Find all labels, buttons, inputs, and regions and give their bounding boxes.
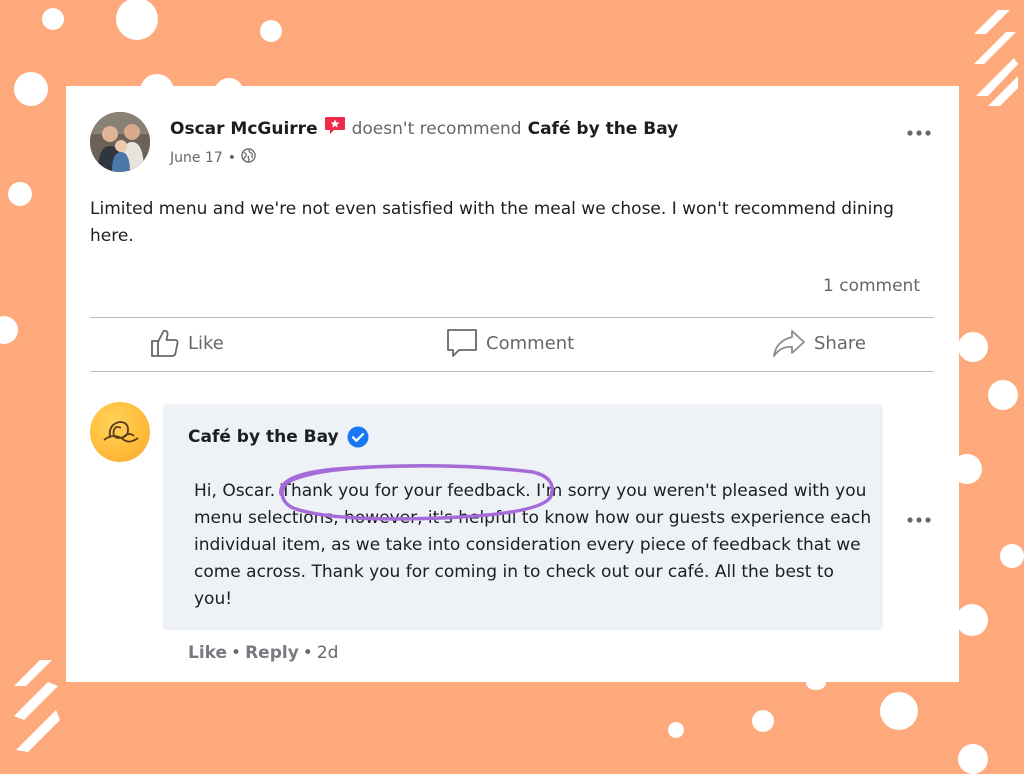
action-separator: • [302,643,313,663]
business-avatar[interactable] [90,402,150,462]
cafe-logo-icon [103,421,139,443]
stripes-decoration-top-right [974,10,1018,106]
more-dots-icon [907,130,931,136]
action-separator: • [231,643,242,663]
share-arrow-icon [773,330,805,357]
user-avatar[interactable] [90,112,150,172]
author-name[interactable]: Oscar McGuirre [170,119,318,139]
decor-dot [958,744,988,774]
decor-dot [8,182,32,206]
decor-dot [956,604,988,636]
comment-label: Comment [486,332,575,354]
decor-dot [988,380,1018,410]
decor-dot [42,8,64,30]
comment-reply-link[interactable]: Reply [245,643,299,663]
business-name-link[interactable]: Café by the Bay [528,119,679,139]
decor-dot [668,722,684,738]
decor-dot [752,710,774,732]
comment-age[interactable]: 2d [317,643,339,663]
decor-dot [0,316,18,344]
decor-dot [260,20,282,42]
verified-badge-icon [347,426,369,448]
post-meta: June 17 • [170,148,256,167]
like-label: Like [188,332,224,354]
thumbs-up-icon [151,329,179,357]
comment-count-link[interactable]: 1 comment [823,276,920,296]
review-post-card: Oscar McGuirre doesn't recommend Café by… [66,86,959,682]
share-label: Share [814,332,866,354]
like-button[interactable]: Like [150,328,224,358]
post-date[interactable]: June 17 [170,150,223,166]
comment-button[interactable]: Comment [446,328,574,358]
more-dots-icon [907,517,931,523]
comment-text-greeting: Hi, Oscar. [194,481,281,501]
comment-text-highlighted: Thank you for your feedback. [280,481,531,501]
divider-top [90,317,934,318]
comment-like-link[interactable]: Like [188,643,227,663]
decor-dot [116,0,158,40]
post-header: Oscar McGuirre doesn't recommend Café by… [170,116,679,139]
comment-bubble: Café by the Bay Hi, Oscar. Thank you for… [163,404,883,630]
globe-icon [241,148,256,167]
meta-separator: • [227,149,237,166]
comment-text: Hi, Oscar. Thank you for your feedback. … [194,478,874,613]
post-options-button[interactable] [906,122,932,141]
comment-author: Café by the Bay [188,426,369,448]
comment-actions: Like • Reply • 2d [188,643,338,663]
decor-dot [14,72,48,106]
comment-options-button[interactable] [906,509,932,528]
comment-author-name[interactable]: Café by the Bay [188,427,339,447]
not-recommend-icon [324,116,346,136]
decor-dot [880,692,918,730]
comment-bubble-icon [447,329,477,357]
recommendation-status: doesn't recommend [351,119,522,139]
decor-dot [958,332,988,362]
divider-bottom [90,371,934,372]
post-text: Limited menu and we're not even satisfie… [90,199,894,246]
share-button[interactable]: Share [772,328,866,358]
stripes-decoration-bottom-left [14,660,60,752]
decor-dot [1000,544,1024,568]
user-photo-image [90,112,150,172]
